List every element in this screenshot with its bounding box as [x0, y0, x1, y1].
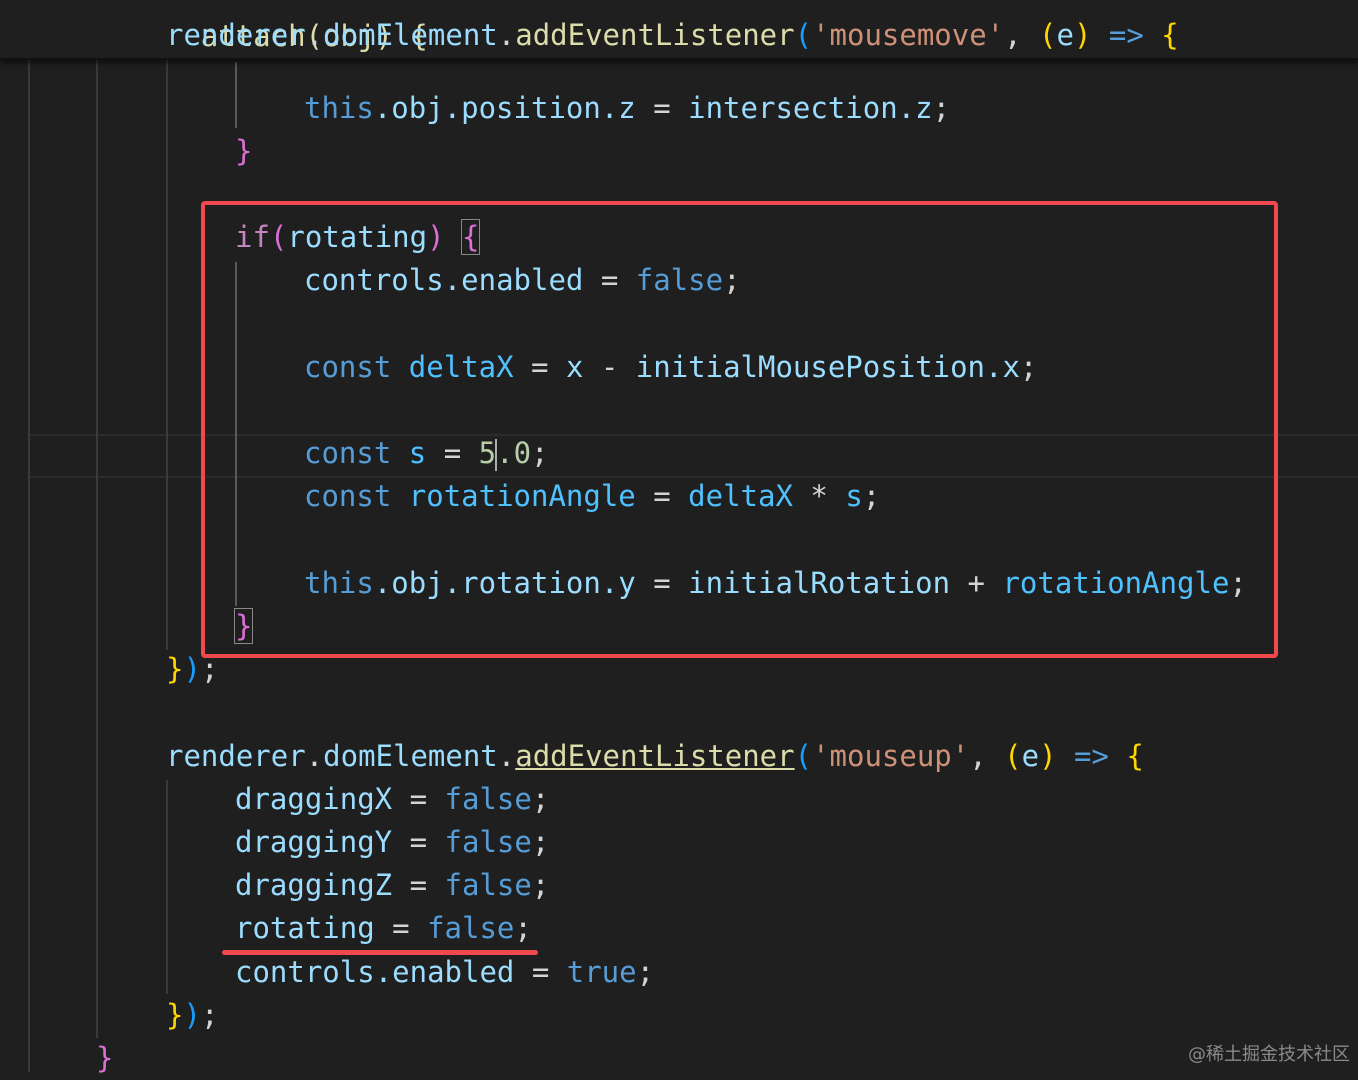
code-line: } [96, 1037, 113, 1080]
code-token: = [635, 91, 689, 125]
code-token: { [1161, 18, 1179, 52]
code-token: 'mousemove' [812, 18, 1005, 52]
code-token: ; [932, 91, 951, 125]
code-token: intersection [688, 91, 898, 125]
code-token: renderer [166, 18, 306, 52]
code-token: false [444, 868, 532, 902]
code-line: renderer.domElement.addEventListener('mo… [166, 14, 1179, 57]
code-token: = [374, 911, 428, 945]
code-token: controls [235, 955, 375, 989]
code-token: => [1091, 18, 1162, 52]
code-token: draggingZ [235, 868, 393, 902]
code-token: domElement [323, 18, 498, 52]
code-token: e [1021, 739, 1040, 773]
code-token: . [305, 739, 324, 773]
code-line: renderer.domElement.addEventListener('mo… [166, 735, 1144, 778]
code-token: addEventListener [515, 18, 795, 52]
red-underline-mark [222, 950, 538, 955]
code-token: .z [897, 91, 933, 125]
code-token: ) [1039, 739, 1057, 773]
code-token: ) [183, 998, 201, 1032]
code-token: draggingY [235, 825, 393, 859]
code-token: = [392, 782, 445, 816]
code-token: = [514, 955, 567, 989]
code-token: , [1004, 18, 1040, 52]
code-token: . [497, 739, 516, 773]
code-token: false [444, 782, 532, 816]
code-token: false [427, 911, 515, 945]
code-token: this [304, 91, 374, 125]
code-token: } [166, 998, 184, 1032]
code-line: attach(obj) { [96, 0, 428, 53]
code-token: ; [200, 998, 219, 1032]
code-token: ) [183, 652, 201, 686]
code-token: ; [636, 955, 655, 989]
code-editor[interactable]: attach(obj) { renderer.domElement.addEve… [0, 0, 1358, 1075]
code-token: } [96, 1041, 114, 1075]
code-token: ; [531, 782, 550, 816]
code-token: , [969, 739, 1005, 773]
code-line: controls.enabled = true; [235, 951, 654, 994]
code-token: { [1126, 739, 1144, 773]
code-token: e [1056, 18, 1074, 52]
code-token: } [166, 652, 184, 686]
indent-guide [235, 62, 237, 128]
code-line: draggingX = false; [235, 778, 549, 821]
sticky-scroll-header[interactable]: attach(obj) { renderer.domElement.addEve… [0, 0, 1358, 60]
indent-guide [166, 58, 168, 650]
code-token: ( [1039, 18, 1057, 52]
code-token-link[interactable]: addEventListener [515, 739, 794, 773]
code-token: . [497, 18, 516, 52]
code-line: draggingZ = false; [235, 864, 549, 907]
code-token: ) [1073, 18, 1092, 52]
indent-guide [28, 58, 30, 1072]
code-line: }); [166, 994, 218, 1037]
code-token: ( [1004, 739, 1022, 773]
code-line: this.obj.position.z = intersection.z; [304, 87, 950, 130]
code-line: } [235, 130, 252, 173]
code-token: .enabled [374, 955, 515, 989]
watermark: @稀土掘金技术社区 [1188, 1044, 1350, 1065]
code-token: ; [531, 825, 550, 859]
code-token: => [1056, 739, 1127, 773]
code-token: domElement [323, 739, 498, 773]
indent-guide [96, 58, 98, 1038]
code-token: = [392, 825, 445, 859]
code-token: } [235, 134, 253, 168]
code-token: false [444, 825, 532, 859]
code-token: . [305, 18, 324, 52]
code-line: rotating = false; [235, 907, 532, 950]
code-token: .obj.position.z [373, 91, 636, 125]
indent-guide [166, 780, 168, 994]
code-token: ( [794, 18, 813, 52]
code-token: = [392, 868, 445, 902]
red-highlight-box [201, 201, 1278, 658]
code-token: renderer [166, 739, 306, 773]
code-token: rotating [235, 911, 375, 945]
code-token: ; [514, 911, 532, 945]
code-token: ( [794, 739, 813, 773]
code-token: 'mouseup' [812, 739, 970, 773]
code-line: draggingY = false; [235, 821, 549, 864]
code-token: draggingX [235, 782, 393, 816]
code-token: ; [531, 868, 550, 902]
code-token: true [566, 955, 637, 989]
